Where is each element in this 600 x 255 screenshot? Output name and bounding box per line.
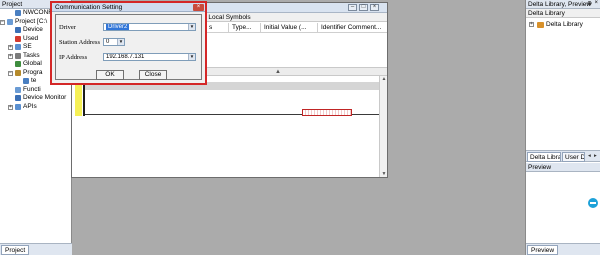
library-panel: Delta Library, Preview ⊕ × Delta Library… bbox=[525, 0, 600, 255]
ladder-cursor[interactable] bbox=[302, 109, 352, 116]
library-tree-label: Delta Library bbox=[546, 21, 583, 28]
project-tree-label: SE bbox=[23, 43, 32, 50]
project-tree-label: Project [C:\ bbox=[15, 17, 48, 25]
tab-preview[interactable]: Preview bbox=[527, 245, 559, 255]
tree-node-icon bbox=[15, 69, 21, 76]
project-tree-label: Global bbox=[23, 60, 42, 67]
column-header-identifier-comment[interactable]: Identifier Comment... bbox=[317, 23, 387, 33]
tab-project[interactable]: Project bbox=[1, 245, 30, 255]
dialog-close-icon[interactable]: × bbox=[193, 4, 204, 11]
ok-button[interactable]: OK bbox=[96, 70, 124, 80]
driver-select[interactable]: Driver2 ▼ bbox=[103, 23, 196, 31]
tree-node-icon bbox=[15, 86, 21, 93]
project-tree-label: Functi bbox=[23, 85, 41, 93]
ladder-editor[interactable] bbox=[72, 76, 381, 177]
rung-marker bbox=[75, 81, 82, 116]
maximize-icon[interactable]: □ bbox=[359, 4, 368, 11]
scroll-down-icon[interactable]: ▼ bbox=[381, 171, 387, 177]
driver-selected-value: Driver2 bbox=[106, 24, 130, 30]
close-button[interactable]: Close bbox=[139, 70, 167, 80]
editor-vertical-scrollbar[interactable]: ▲ ▼ bbox=[379, 76, 387, 177]
tree-node-icon bbox=[15, 27, 21, 33]
project-tree-item[interactable]: + APIs bbox=[0, 103, 71, 112]
collapse-icon[interactable]: − bbox=[0, 19, 5, 25]
station-address-value: 0 bbox=[106, 39, 110, 45]
tab-user-library[interactable]: User D bbox=[562, 152, 585, 162]
ip-address-select[interactable]: 192.168.7.131 ▼ bbox=[103, 53, 196, 61]
tab-delta-library[interactable]: Delta Library bbox=[527, 152, 561, 162]
minimize-icon[interactable]: – bbox=[348, 4, 357, 11]
tree-node-icon bbox=[7, 18, 13, 25]
project-tree-item[interactable]: Device Monitor bbox=[0, 94, 71, 103]
chevron-down-icon[interactable]: ▼ bbox=[117, 39, 124, 45]
project-tree-item[interactable]: Functi bbox=[0, 86, 71, 95]
column-header-initial-value[interactable]: Initial Value (... bbox=[260, 23, 317, 33]
tree-node-icon bbox=[15, 35, 21, 42]
project-tree-label: Progra bbox=[23, 68, 43, 76]
expand-icon[interactable]: + bbox=[529, 22, 534, 27]
station-address-label: Station Address bbox=[59, 39, 100, 46]
dialog-title: Communication Setting bbox=[52, 3, 205, 12]
pin-icon[interactable]: ⊕ bbox=[587, 0, 592, 7]
project-tree-label: Used bbox=[23, 34, 39, 42]
project-tab-bar: Project bbox=[0, 243, 72, 255]
splitter-arrow-icon[interactable]: ▲ bbox=[275, 69, 281, 75]
library-subtitle: Delta Library bbox=[526, 9, 600, 18]
preview-tab-bar: Preview bbox=[526, 243, 600, 255]
library-icon bbox=[537, 22, 544, 28]
project-tree-label: Tasks bbox=[23, 51, 40, 59]
expand-icon[interactable]: + bbox=[8, 45, 13, 50]
chevron-down-icon[interactable]: ▼ bbox=[188, 24, 195, 30]
column-header-name[interactable]: s bbox=[206, 23, 228, 33]
column-header-type[interactable]: Type... bbox=[228, 23, 260, 33]
chevron-down-icon[interactable]: ▼ bbox=[188, 54, 195, 60]
project-tree-label: APIs bbox=[23, 102, 37, 110]
ip-address-label: IP Address bbox=[59, 54, 88, 61]
tree-node-icon bbox=[23, 78, 29, 84]
library-tab-bar: Delta Library User D ◂ ▸ bbox=[526, 150, 600, 162]
close-icon[interactable]: × bbox=[370, 4, 379, 11]
dialog-body: Driver Driver2 ▼ Station Address 0 ▼ IP … bbox=[55, 14, 202, 80]
tree-node-icon bbox=[15, 44, 21, 50]
ip-address-value: 192.168.7.131 bbox=[106, 54, 145, 60]
tree-node-icon bbox=[15, 52, 21, 59]
tab-next-icon[interactable]: ▸ bbox=[594, 153, 597, 159]
tree-node-icon bbox=[15, 95, 21, 101]
close-icon[interactable]: × bbox=[594, 0, 598, 6]
station-address-select[interactable]: 0 ▼ bbox=[103, 38, 125, 46]
scroll-up-icon[interactable]: ▲ bbox=[381, 76, 387, 82]
project-tree-label: te bbox=[31, 77, 37, 84]
project-tree-label: Device Monitor bbox=[23, 94, 67, 101]
collapse-icon[interactable]: − bbox=[8, 70, 13, 76]
preview-scroll-icon[interactable] bbox=[588, 198, 598, 208]
communication-setting-dialog: Communication Setting × Driver Driver2 ▼… bbox=[50, 1, 207, 85]
tree-node-icon bbox=[15, 10, 21, 16]
tree-node-icon bbox=[15, 103, 21, 110]
project-tree-label: Device bbox=[23, 26, 43, 33]
tab-prev-icon[interactable]: ◂ bbox=[588, 153, 591, 159]
driver-label: Driver bbox=[59, 24, 76, 31]
tree-node-icon bbox=[15, 61, 21, 67]
preview-panel-title: Preview bbox=[526, 163, 600, 172]
expand-icon[interactable]: + bbox=[8, 104, 13, 110]
expand-icon[interactable]: + bbox=[8, 53, 13, 59]
